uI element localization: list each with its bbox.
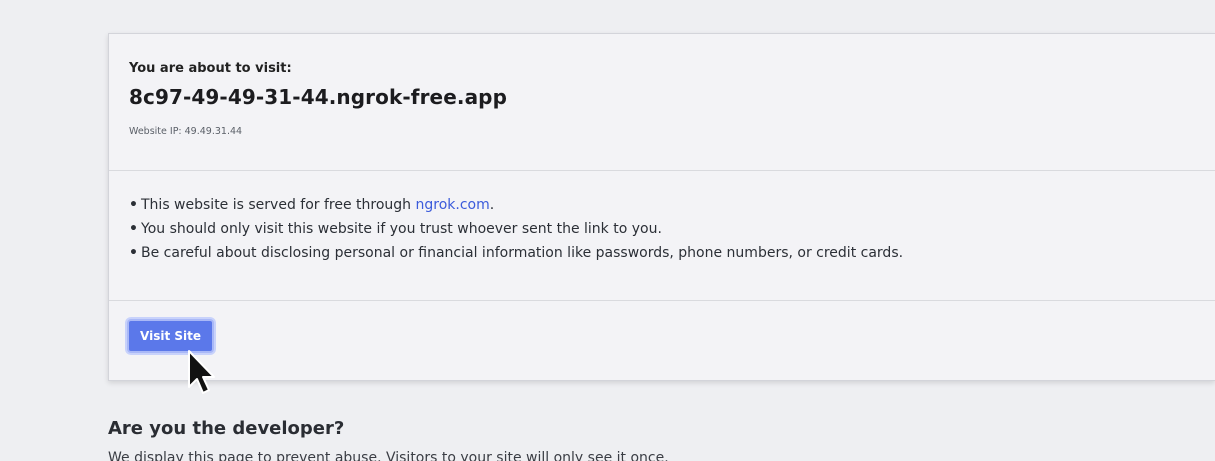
warning-card: You are about to visit: 8c97-49-49-31-44… [108, 33, 1215, 381]
hostname: 8c97-49-49-31-44.ngrok-free.app [129, 85, 508, 109]
card-body: • This website is served for free through… [109, 171, 1215, 301]
bullet-text: This website is served for free through [141, 197, 416, 213]
card-footer: Visit Site [109, 301, 1215, 353]
warning-list: • This website is served for free through… [129, 193, 1195, 265]
developer-text: We display this page to prevent abuse. V… [108, 450, 669, 461]
bullet-icon: • [129, 197, 138, 213]
bullet-icon: • [129, 221, 138, 237]
card-header: You are about to visit: 8c97-49-49-31-44… [109, 34, 1215, 171]
list-item: • You should only visit this website if y… [129, 217, 1195, 241]
bullet-text-end: . [489, 197, 495, 213]
developer-heading: Are you the developer? [108, 418, 345, 439]
website-ip: Website IP: 49.49.31.44 [129, 126, 243, 137]
about-to-visit-label: You are about to visit: [129, 61, 292, 76]
bullet-text: You should only visit this website if yo… [141, 221, 662, 237]
list-item: • This website is served for free through… [129, 193, 1195, 217]
page: You are about to visit: 8c97-49-49-31-44… [0, 0, 1215, 461]
mouse-pointer-icon [188, 350, 215, 394]
visit-site-button[interactable]: Visit Site [127, 319, 214, 353]
bullet-icon: • [129, 245, 138, 261]
ngrok-link[interactable]: ngrok.com [416, 197, 490, 213]
bullet-text: Be careful about disclosing personal or … [141, 245, 904, 261]
list-item: • Be careful about disclosing personal or… [129, 241, 1195, 265]
